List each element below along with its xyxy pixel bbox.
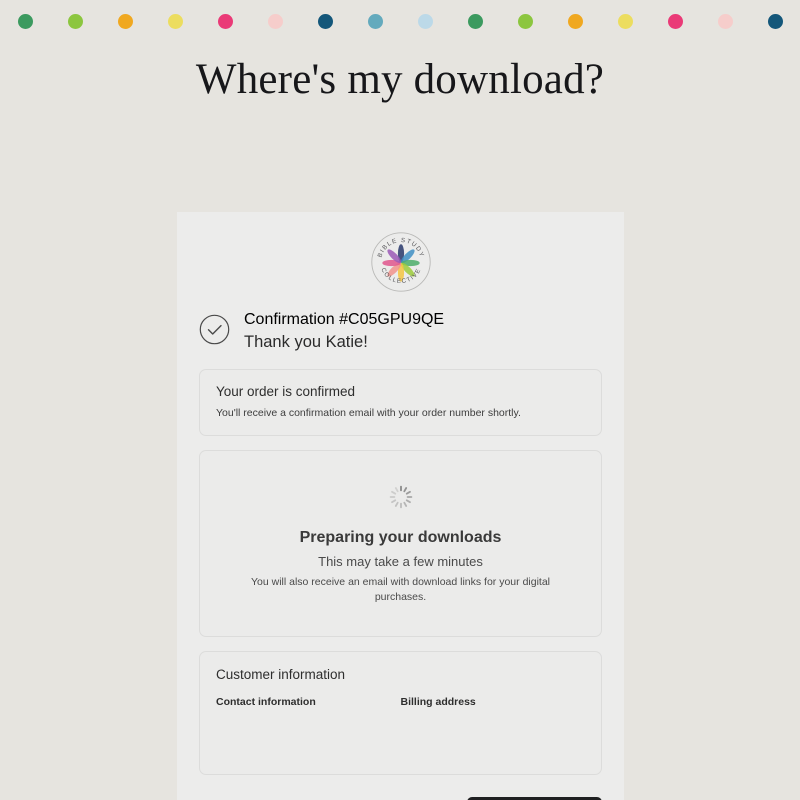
dot-cell [100,0,150,42]
dot-cell [300,0,350,42]
thank-you-title: Thank you Katie! [244,333,368,351]
dot-cell [650,0,700,42]
decorative-dot [267,13,283,29]
decorative-dot [367,13,383,29]
dot-cell [0,0,50,42]
decorative-dot [717,13,733,29]
order-confirmed-card: Your order is confirmed You'll receive a… [199,369,602,437]
checkout-confirmation-panel: BIBLE STUDY COLLECTIVE Confirmation #C05… [177,212,624,800]
dot-cell [450,0,500,42]
billing-address-heading: Billing address [400,695,476,708]
order-confirmed-title: Your order is confirmed [216,384,356,399]
preparing-downloads-card: Preparing your downloads This may take a… [199,450,602,637]
decorative-dot [17,13,33,29]
decorative-dot-strip [0,0,800,42]
loading-spinner-icon [389,485,413,509]
decorative-dot [667,13,683,29]
decorative-dot [117,13,133,29]
dot-cell [150,0,200,42]
customer-information-columns: Contact information Billing address [216,696,585,708]
dot-cell [350,0,400,42]
preparing-downloads-subtitle: This may take a few minutes [318,554,483,570]
decorative-dot [317,13,333,29]
continue-shopping-button[interactable]: Continue shopping [466,796,602,800]
brand-logo-container: BIBLE STUDY COLLECTIVE [177,212,624,293]
dot-cell [500,0,550,42]
decorative-dot [767,13,783,29]
panel-footer: Need help? Contact us Continue shopping [177,775,624,800]
decorative-dot [467,13,483,29]
contact-information-heading: Contact information [216,695,316,708]
customer-information-card: Customer information Contact information… [199,650,602,775]
decorative-dot [217,13,233,29]
billing-address-column: Billing address [401,696,586,708]
decorative-dot [567,13,583,29]
dot-cell [550,0,600,42]
decorative-dot [67,13,83,29]
customer-information-title: Customer information [216,666,346,682]
dot-cell [400,0,450,42]
page-title: Where's my download? [195,56,605,103]
dot-cell [200,0,250,42]
dot-cell [250,0,300,42]
preparing-downloads-note: You will also receive an email with down… [250,576,550,604]
dot-cell [600,0,650,42]
decorative-dot [417,13,433,29]
order-header: Confirmation #C05GPU9QE Thank you Katie! [177,293,624,352]
dot-cell [750,0,800,42]
order-confirmed-subtitle: You'll receive a confirmation email with… [216,407,521,419]
decorative-dot [167,13,183,29]
dot-cell [700,0,750,42]
dot-cell [50,0,100,42]
check-circle-icon [199,314,230,350]
decorative-dot [617,13,633,29]
decorative-dot [517,13,533,29]
preparing-downloads-title: Preparing your downloads [299,529,502,547]
order-header-text: Confirmation #C05GPU9QE Thank you Katie! [244,311,444,352]
bible-study-collective-logo-icon: BIBLE STUDY COLLECTIVE [370,231,432,293]
contact-information-column: Contact information [216,696,401,708]
confirmation-number: Confirmation #C05GPU9QE [244,311,445,328]
